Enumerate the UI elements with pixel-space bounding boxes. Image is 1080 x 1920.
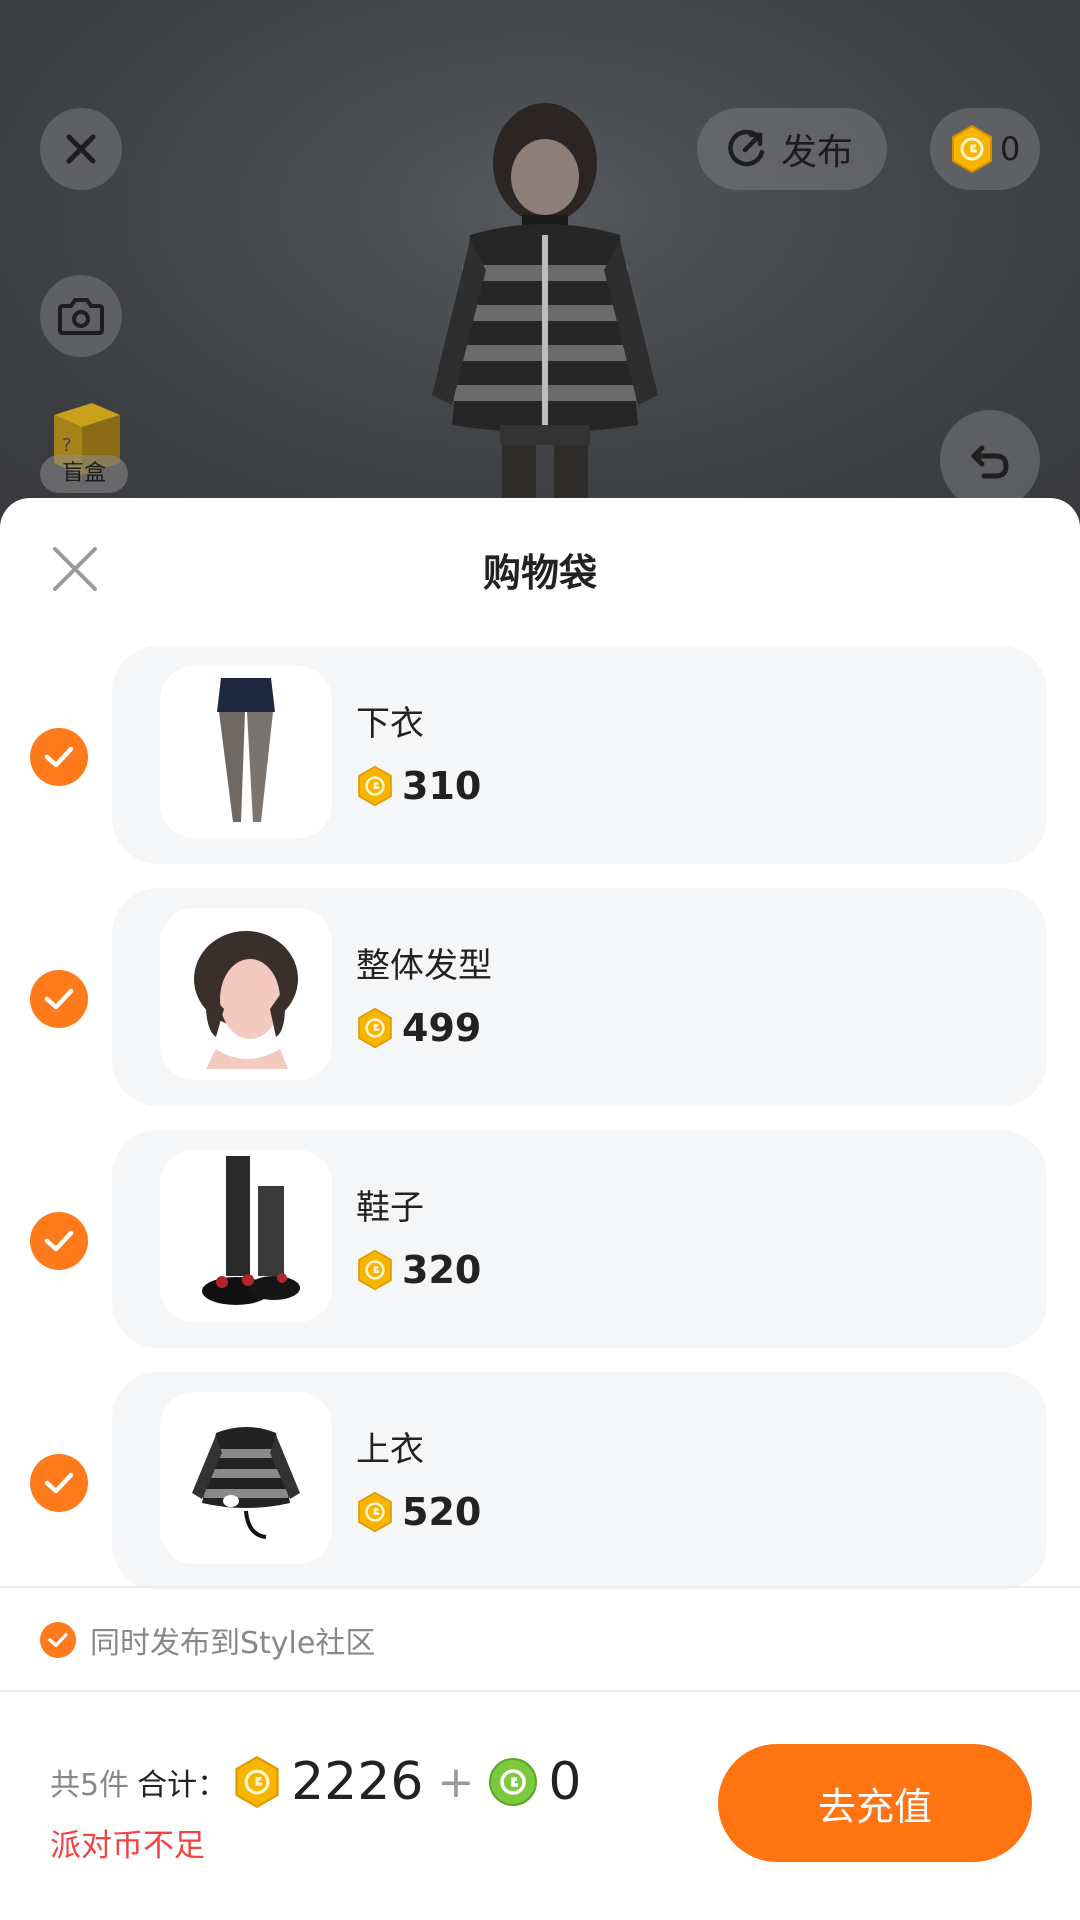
divider: [0, 1586, 1080, 1588]
item-thumbnail: [160, 666, 332, 838]
publish-button[interactable]: 发布: [697, 108, 887, 190]
item-card[interactable]: 下衣 310: [112, 646, 1047, 864]
gold-total: 2226: [291, 1752, 424, 1812]
item-count: 共5件: [50, 1768, 130, 1803]
recharge-button[interactable]: 去充值: [718, 1744, 1032, 1862]
striped-hoodie-icon: [192, 1427, 300, 1539]
checkmark-icon: [48, 1633, 68, 1647]
coin-balance: 0: [1000, 130, 1021, 168]
item-checkbox[interactable]: [30, 728, 88, 786]
shoes-icon: [202, 1156, 300, 1305]
item-name: 整体发型: [356, 946, 492, 986]
item-card[interactable]: 整体发型 499: [112, 888, 1047, 1106]
item-price: 499: [402, 1006, 482, 1050]
checkmark-icon: [44, 1230, 74, 1252]
publish-checkbox[interactable]: [40, 1622, 76, 1658]
item-price: 520: [402, 1490, 482, 1534]
item-name: 上衣: [356, 1430, 424, 1470]
item-checkbox[interactable]: [30, 970, 88, 1028]
cart-item[interactable]: 上衣 520: [0, 1372, 1080, 1590]
sheet-title: 购物袋: [482, 551, 597, 595]
cart-item[interactable]: 鞋子 320: [0, 1130, 1080, 1348]
item-price: 320: [402, 1248, 482, 1292]
svg-text:?: ?: [62, 435, 72, 456]
gold-coin-icon: [358, 765, 392, 807]
undo-icon: [971, 445, 1009, 479]
gold-coin-icon: [358, 1007, 392, 1049]
hairstyle-icon: [194, 931, 298, 1069]
shopping-bag-sheet: 购物袋 下衣 310 整体发型 499 鞋子 320 上衣 520 同时发布到S…: [0, 498, 1080, 1920]
checkmark-icon: [44, 746, 74, 768]
divider: [0, 1690, 1080, 1692]
checkmark-icon: [44, 1472, 74, 1494]
insufficient-balance-warning: 派对币不足: [50, 1828, 205, 1864]
avatar-scene: ? 盲盒 发布 0: [0, 0, 1080, 520]
item-card[interactable]: 鞋子 320: [112, 1130, 1047, 1348]
gold-coin-icon: [358, 1249, 392, 1291]
item-thumbnail: [160, 908, 332, 1080]
gold-coin-icon: [358, 1491, 392, 1533]
total-label: 合计：: [137, 1768, 228, 1803]
green-coin-icon: [489, 1758, 538, 1806]
shorts-tights-icon: [217, 678, 275, 822]
publish-option-label: 同时发布到Style社区: [90, 1626, 376, 1661]
publish-icon: [728, 129, 765, 167]
item-thumbnail: [160, 1150, 332, 1322]
item-name: 下衣: [356, 704, 424, 744]
coin-balance-chip[interactable]: 0: [930, 108, 1040, 190]
close-scene-button[interactable]: [40, 108, 122, 190]
item-price: 310: [402, 764, 482, 808]
publish-to-community-option[interactable]: 同时发布到Style社区: [40, 1618, 375, 1662]
gold-coin-icon: [235, 1755, 279, 1809]
item-thumbnail: [160, 1392, 332, 1564]
blindbox-label[interactable]: 盲盒: [40, 455, 128, 493]
checkmark-icon: [44, 988, 74, 1010]
item-name: 鞋子: [356, 1188, 424, 1228]
cart-item[interactable]: 下衣 310: [0, 646, 1080, 864]
order-summary: 共5件 合计： 2226 + 0 派对币不足: [50, 1746, 581, 1865]
close-icon: [66, 134, 96, 164]
green-total: 0: [548, 1752, 582, 1812]
publish-label: 发布: [781, 132, 854, 173]
undo-button[interactable]: [940, 410, 1040, 510]
avatar-model-image: [432, 103, 658, 520]
camera-button[interactable]: [40, 275, 122, 357]
item-checkbox[interactable]: [30, 1212, 88, 1270]
item-checkbox[interactable]: [30, 1454, 88, 1512]
item-card[interactable]: 上衣 520: [112, 1372, 1047, 1590]
cart-item[interactable]: 整体发型 499: [0, 888, 1080, 1106]
plus-sign: +: [437, 1756, 475, 1808]
camera-icon: [58, 298, 104, 335]
gold-coin-icon: [952, 124, 992, 174]
